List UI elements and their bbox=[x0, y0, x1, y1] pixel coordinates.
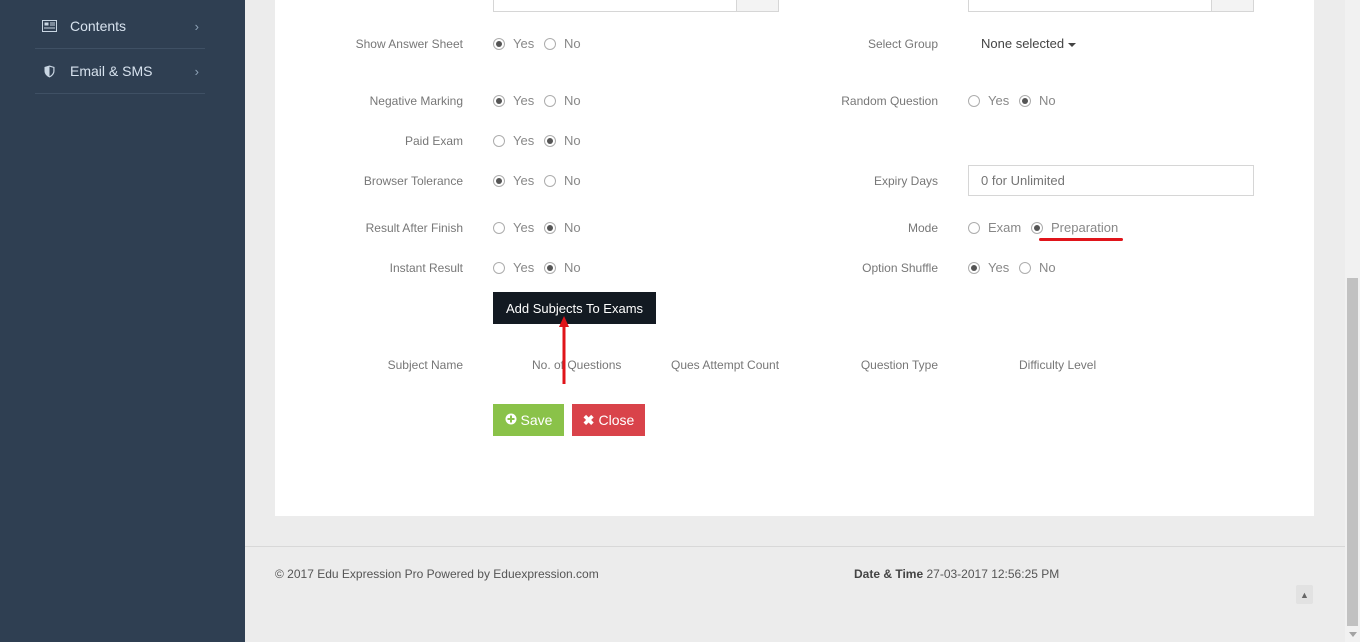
sidebar-item-email-sms[interactable]: Email & SMS › bbox=[35, 49, 205, 94]
column-header-subject-name: Subject Name bbox=[387, 358, 463, 372]
page-scrollbar[interactable] bbox=[1345, 0, 1360, 642]
expiry-days-input[interactable] bbox=[968, 165, 1254, 196]
datetime-label: Date & Time bbox=[854, 567, 924, 581]
scroll-down-arrow-icon[interactable] bbox=[1349, 632, 1357, 637]
footer-copyright: © 2017 Edu Expression Pro Powered by Edu… bbox=[275, 567, 599, 581]
option-shuffle-yes-radio[interactable]: Yes bbox=[968, 260, 1009, 275]
mode-label: Mode bbox=[907, 221, 938, 235]
show-answer-sheet-label: Show Answer Sheet bbox=[355, 37, 463, 51]
select-group-label: Select Group bbox=[867, 37, 938, 51]
random-question-no-radio[interactable]: No bbox=[1019, 93, 1056, 108]
exam-form-panel bbox=[275, 0, 1314, 516]
shield-icon bbox=[40, 65, 58, 78]
annotation-arrow bbox=[559, 316, 569, 384]
plus-circle-icon bbox=[505, 412, 517, 428]
browser-tolerance-label: Browser Tolerance bbox=[363, 174, 463, 188]
paid-exam-no-radio[interactable]: No bbox=[544, 133, 581, 148]
column-header-question-type: Question Type bbox=[860, 358, 938, 372]
paid-exam-yes-radio[interactable]: Yes bbox=[493, 133, 534, 148]
result-after-finish-yes-radio[interactable]: Yes bbox=[493, 220, 534, 235]
calendar-icon[interactable] bbox=[736, 0, 778, 11]
scrollbar-thumb[interactable] bbox=[1347, 278, 1358, 626]
random-question-label: Random Question bbox=[841, 94, 938, 108]
close-button[interactable]: ✖ Close bbox=[572, 404, 645, 436]
result-after-finish-no-radio[interactable]: No bbox=[544, 220, 581, 235]
chevron-right-icon: › bbox=[194, 63, 199, 79]
mode-preparation-radio[interactable]: Preparation bbox=[1031, 220, 1118, 235]
show-answer-sheet-yes-radio[interactable]: Yes bbox=[493, 36, 534, 51]
datetime-value: 27-03-2017 12:56:25 PM bbox=[926, 567, 1060, 581]
save-button[interactable]: Save bbox=[493, 404, 564, 436]
select-group-dropdown[interactable]: None selected bbox=[981, 36, 1077, 51]
negative-marking-no-radio[interactable]: No bbox=[544, 93, 581, 108]
sidebar: Contents › Email & SMS › bbox=[0, 0, 245, 642]
option-shuffle-no-radio[interactable]: No bbox=[1019, 260, 1056, 275]
paid-exam-label: Paid Exam bbox=[404, 134, 463, 148]
caret-down-icon bbox=[1068, 42, 1077, 47]
show-answer-sheet-no-radio[interactable]: No bbox=[544, 36, 581, 51]
mode-exam-radio[interactable]: Exam bbox=[968, 220, 1021, 235]
scroll-to-top-button[interactable]: ▲ bbox=[1296, 585, 1313, 604]
browser-tolerance-no-radio[interactable]: No bbox=[544, 173, 581, 188]
instant-result-yes-radio[interactable]: Yes bbox=[493, 260, 534, 275]
instant-result-no-radio[interactable]: No bbox=[544, 260, 581, 275]
column-header-difficulty-level: Difficulty Level bbox=[1019, 358, 1097, 372]
end-date-input[interactable] bbox=[968, 0, 1254, 12]
chevron-up-icon: ▲ bbox=[1300, 589, 1309, 600]
sidebar-item-label: Contents bbox=[70, 18, 127, 34]
sidebar-item-contents[interactable]: Contents › bbox=[35, 4, 205, 49]
instant-result-label: Instant Result bbox=[389, 261, 463, 275]
browser-tolerance-yes-radio[interactable]: Yes bbox=[493, 173, 534, 188]
result-after-finish-label: Result After Finish bbox=[365, 221, 463, 235]
footer-divider bbox=[245, 546, 1345, 547]
newspaper-icon bbox=[40, 20, 58, 32]
start-date-input[interactable] bbox=[493, 0, 779, 12]
calendar-icon[interactable] bbox=[1211, 0, 1253, 11]
negative-marking-yes-radio[interactable]: Yes bbox=[493, 93, 534, 108]
negative-marking-label: Negative Marking bbox=[369, 94, 463, 108]
footer-datetime: Date & Time 27-03-2017 12:56:25 PM bbox=[854, 567, 1059, 581]
random-question-yes-radio[interactable]: Yes bbox=[968, 93, 1009, 108]
close-icon: ✖ bbox=[582, 411, 595, 428]
sidebar-item-label: Email & SMS bbox=[70, 63, 153, 79]
annotation-underline bbox=[1039, 238, 1123, 241]
option-shuffle-label: Option Shuffle bbox=[862, 261, 938, 275]
chevron-right-icon: › bbox=[194, 18, 199, 34]
column-header-no-of-questions: No. of Questions bbox=[532, 358, 622, 372]
add-subjects-button[interactable]: Add Subjects To Exams bbox=[493, 292, 656, 324]
expiry-days-label: Expiry Days bbox=[873, 174, 938, 188]
